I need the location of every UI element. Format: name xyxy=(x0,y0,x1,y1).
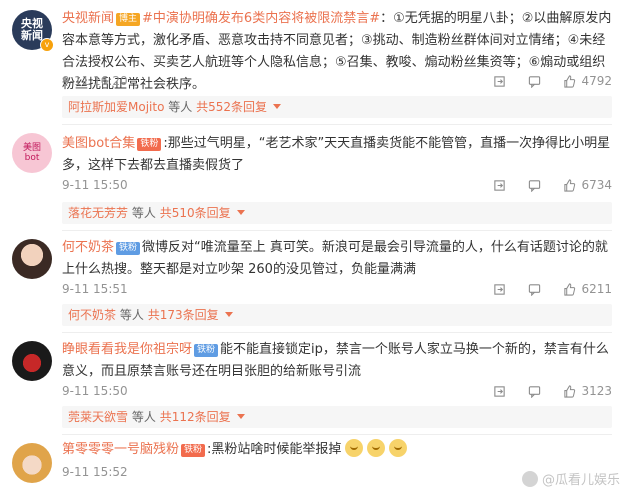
comment-time: 9-11 15:50 xyxy=(62,178,128,192)
host-badge: 博主 xyxy=(116,13,141,26)
reply-count[interactable]: 共552条回复 xyxy=(196,100,267,114)
comment-meta: 9-11 15:50 3123 xyxy=(62,384,612,402)
divider xyxy=(62,124,612,125)
comment-time: 9-11 15:52 xyxy=(62,465,128,479)
divider xyxy=(62,230,612,231)
share-icon[interactable] xyxy=(493,385,506,398)
avatar[interactable] xyxy=(12,443,52,483)
comment-text: :黑粉站啥时候能举报掉 xyxy=(207,442,342,457)
comment-feed: 央视 新闻 v 央视新闻 博主 #中演协明确发布6类内容将被限流禁言#：①无凭据的明星… xyxy=(0,0,626,494)
replies-summary[interactable]: 落花无芳芳 等人 共510条回复 xyxy=(62,202,612,224)
watermark-logo-icon xyxy=(521,471,538,487)
comment-meta: 9-11 15:50 6734 xyxy=(62,178,612,196)
fan-badge: 铁粉 xyxy=(116,242,141,255)
reply-mid: 等人 xyxy=(168,100,193,114)
comment-time: 9-11 15:50 xyxy=(62,384,128,398)
comment-meta: 9-11 15:51 6211 xyxy=(62,282,612,300)
chevron-down-icon[interactable] xyxy=(236,414,245,419)
avatar[interactable] xyxy=(12,239,52,279)
reply-icon[interactable] xyxy=(528,283,541,296)
like-icon xyxy=(564,282,576,296)
divider xyxy=(62,434,612,435)
chevron-down-icon[interactable] xyxy=(224,312,233,317)
reply-user[interactable]: 莞莱天欲雪 xyxy=(68,410,128,424)
comment-body: 第零零零一号脑残粉 铁粉:黑粉站啥时候能举报掉 xyxy=(62,439,612,461)
reply-count[interactable]: 共112条回复 xyxy=(160,410,231,424)
avatar-text: bot xyxy=(24,153,40,163)
like-count: 3123 xyxy=(581,384,612,398)
watermark: @瓜看儿娱乐 xyxy=(521,469,620,488)
comment-text: 微博反对“唯流量至上 真可笑。新浪可是最会引导流量的人，什么有话题讨论的就上什么… xyxy=(62,240,608,277)
like-count: 4792 xyxy=(581,74,612,88)
replies-summary[interactable]: 阿拉斯加爱Mojito 等人 共552条回复 xyxy=(62,96,612,118)
reply-mid: 等人 xyxy=(131,410,156,424)
comment-username[interactable]: 睁眼看看我是你祖宗呀 xyxy=(62,342,192,357)
reply-user[interactable]: 落花无芳芳 xyxy=(68,206,128,220)
like-button[interactable]: 6734 xyxy=(563,178,612,192)
comment-hashtag[interactable]: #中演协明确发布6类内容将被限流禁言# xyxy=(142,11,380,26)
reply-user[interactable]: 何不奶茶 xyxy=(68,308,116,322)
like-icon xyxy=(564,384,576,398)
reply-user[interactable]: 阿拉斯加爱Mojito xyxy=(68,100,164,114)
watermark-text: @瓜看儿娱乐 xyxy=(541,473,620,488)
replies-summary[interactable]: 莞莱天欲雪 等人 共112条回复 xyxy=(62,406,612,428)
like-icon xyxy=(564,74,576,88)
comment-body: 何不奶茶 铁粉 微博反对“唯流量至上 真可笑。新浪可是最会引导流量的人，什么有话题讨… xyxy=(62,237,612,281)
fan-badge: 铁粉 xyxy=(137,138,162,151)
share-icon[interactable] xyxy=(493,75,506,88)
fan-badge: 铁粉 xyxy=(181,444,206,457)
comment-username[interactable]: 美图bot合集 xyxy=(62,136,135,151)
divider xyxy=(62,332,612,333)
fan-badge: 铁粉 xyxy=(194,344,219,357)
comment-body: 美图bot合集 铁粉:那些过气明星，“老艺术家”天天直播卖货能不能管管，直播一次挣… xyxy=(62,133,612,177)
avatar[interactable]: 美图 bot xyxy=(12,133,52,173)
comment-time: 9-11 16:20 xyxy=(62,74,128,88)
chevron-down-icon[interactable] xyxy=(273,104,281,109)
emoji-icon xyxy=(389,439,408,457)
reply-count[interactable]: 共510条回复 xyxy=(160,206,231,220)
reply-mid: 等人 xyxy=(119,308,144,322)
reply-icon[interactable] xyxy=(528,75,541,88)
comment-body: 睁眼看看我是你祖宗呀 铁粉 能不能直接锁定ip，禁言一个账号人家立马换一个新的，禁言… xyxy=(62,339,612,383)
avatar-text: 美图 xyxy=(22,143,41,153)
avatar-text: 新闻 xyxy=(21,29,43,42)
reply-icon[interactable] xyxy=(528,385,541,398)
avatar[interactable] xyxy=(12,341,52,381)
comment-username[interactable]: 第零零零一号脑残粉 xyxy=(62,442,179,457)
share-icon[interactable] xyxy=(493,283,506,296)
chevron-down-icon[interactable] xyxy=(236,210,245,215)
reply-count[interactable]: 共173条回复 xyxy=(148,308,219,322)
comment-meta: 9-11 16:20 4792 xyxy=(62,74,612,92)
comment-username[interactable]: 何不奶茶 xyxy=(62,240,114,255)
verified-icon: v xyxy=(40,38,54,52)
like-count: 6211 xyxy=(581,282,612,296)
replies-summary[interactable]: 何不奶茶 等人 共173条回复 xyxy=(62,304,612,326)
comment-username[interactable]: 央视新闻 xyxy=(62,11,114,26)
like-icon xyxy=(564,178,576,192)
emoji-icon xyxy=(367,439,386,457)
reply-icon[interactable] xyxy=(528,179,541,192)
like-button[interactable]: 6211 xyxy=(563,282,612,296)
like-count: 6734 xyxy=(581,178,612,192)
reply-mid: 等人 xyxy=(131,206,156,220)
comment-time: 9-11 15:51 xyxy=(62,282,128,296)
emoji-icon xyxy=(345,439,364,457)
share-icon[interactable] xyxy=(493,179,506,192)
like-button[interactable]: 4792 xyxy=(563,74,612,88)
like-button[interactable]: 3123 xyxy=(563,384,612,398)
